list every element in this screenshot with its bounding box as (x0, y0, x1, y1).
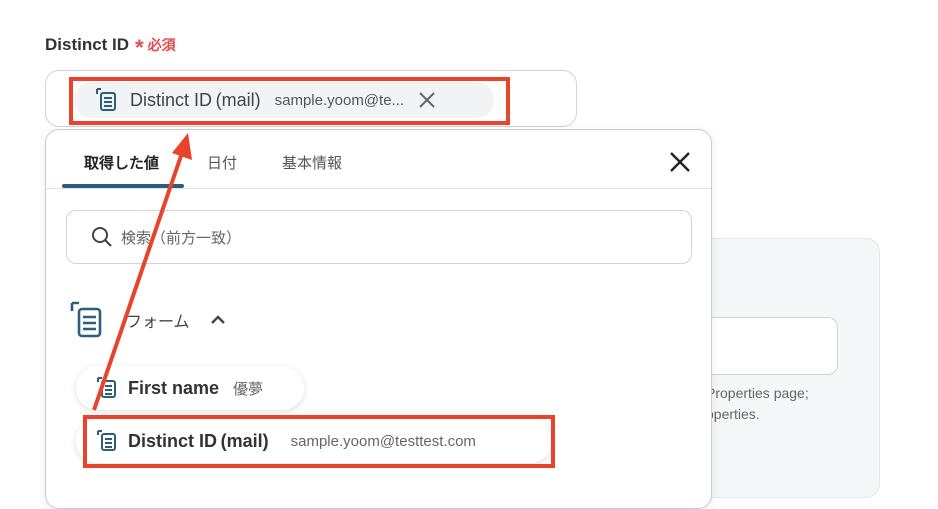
list-item-distinct-id[interactable]: Distinct ID (mail) sample.yoom@testtest.… (76, 419, 552, 463)
search-placeholder: 検索（前方一致） (121, 229, 242, 247)
active-tab-indicator (62, 184, 184, 188)
form-icon (94, 87, 118, 113)
tab-retrieved-values[interactable]: 取得した値 (84, 152, 159, 173)
help-line-1: Properties page; (706, 385, 809, 401)
item-name: Distinct ID (mail) (128, 430, 269, 451)
form-icon (96, 429, 118, 453)
close-icon[interactable] (668, 150, 692, 174)
tab-basic-info[interactable]: 基本情報 (282, 152, 342, 173)
chip-value: sample.yoom@te... (274, 91, 405, 109)
item-value: 優夢 (233, 380, 264, 398)
item-value: sample.yoom@testtest.com (290, 432, 476, 450)
selected-value-chip[interactable]: Distinct ID (mail) sample.yoom@te... (74, 82, 494, 118)
tab-date[interactable]: 日付 (207, 152, 237, 173)
list-item-first-name[interactable]: First name 優夢 (76, 366, 304, 410)
help-line-2: operties. (706, 406, 760, 422)
form-icon (96, 376, 118, 400)
background-help-text: Properties page; operties. (706, 383, 809, 425)
group-form-header[interactable]: フォーム (68, 300, 226, 340)
field-label-text: Distinct ID (45, 35, 130, 54)
group-label: フォーム (126, 314, 190, 331)
field-label: Distinct ID * 必須 (45, 34, 176, 60)
close-icon[interactable] (418, 91, 436, 109)
required-asterisk: * (135, 35, 144, 60)
search-icon (91, 226, 113, 248)
chevron-up-icon[interactable] (210, 312, 226, 328)
required-text: 必須 (147, 37, 176, 53)
form-icon (68, 300, 104, 340)
search-input[interactable]: 検索（前方一致） (66, 210, 692, 264)
item-name: First name (128, 377, 220, 398)
tab-bar: 取得した値 日付 基本情報 (46, 130, 711, 189)
chip-name: Distinct ID (mail) (130, 89, 261, 110)
background-input[interactable] (690, 317, 838, 375)
